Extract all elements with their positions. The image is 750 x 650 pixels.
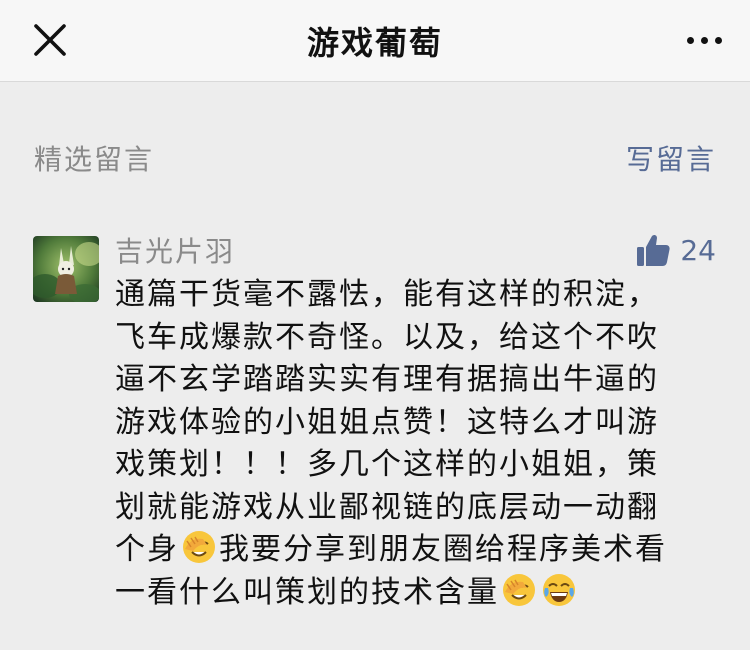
comment-line: 游戏体验的小姐姐点赞！这特么才叫游 <box>115 404 659 440</box>
comment-item: 吉光片羽 24 通篇干货毫不露怯，能有这样的积淀， 飞车成爆款不奇怪。以及，给这… <box>0 230 750 650</box>
write-comment-link[interactable]: 写留言 <box>626 138 716 178</box>
top-navbar: 游戏葡萄 <box>0 0 750 82</box>
comment-line: 划就能游戏从业鄙视链的底层动一动翻 <box>115 489 659 525</box>
comment-line-part: 个身 <box>115 532 179 567</box>
comment-line: 个身 我要分享到朋友圈给程序美术看 <box>115 529 715 572</box>
comment-line-part: 一看什么叫策划的技术含量 <box>115 574 499 610</box>
more-dots-icon <box>686 36 694 44</box>
avatar[interactable] <box>33 236 99 302</box>
like-count: 24 <box>680 233 716 267</box>
comment-line: 逼不玄学踏踏实实有理有据搞出牛逼的 <box>115 362 659 397</box>
like-button[interactable]: 24 <box>636 230 716 270</box>
comment-author: 吉光片羽 <box>115 235 236 268</box>
more-dot <box>700 36 708 44</box>
comment-line-part: 我要分享到朋友圈给程序美术看 <box>219 532 667 567</box>
facepalm-emoji-icon <box>503 573 535 606</box>
comments-section-header: 精选留言 写留言 <box>0 130 750 180</box>
comment-text: 通篇干货毫不露怯，能有这样的积淀， 飞车成爆款不奇怪。以及，给这个不吹 逼不玄学… <box>115 274 715 614</box>
more-dot <box>714 36 722 44</box>
page-title: 游戏葡萄 <box>306 24 443 62</box>
comment-line: 通篇干货毫不露怯，能有这样的积淀， <box>115 277 659 312</box>
more-button[interactable] <box>676 18 732 62</box>
section-title: 精选留言 <box>34 143 155 176</box>
tears-of-joy-emoji-icon <box>543 573 575 606</box>
facepalm-emoji-icon <box>183 531 215 563</box>
comment-line: 飞车成爆款不奇怪。以及，给这个不吹 <box>115 319 659 355</box>
thumbs-up-icon <box>637 234 670 266</box>
avatar-image <box>33 236 99 302</box>
comment-line: 戏策划！！！多几个这样的小姐姐，策 <box>115 447 659 482</box>
comment-line: 一看什么叫策划的技术含量 <box>115 572 715 615</box>
